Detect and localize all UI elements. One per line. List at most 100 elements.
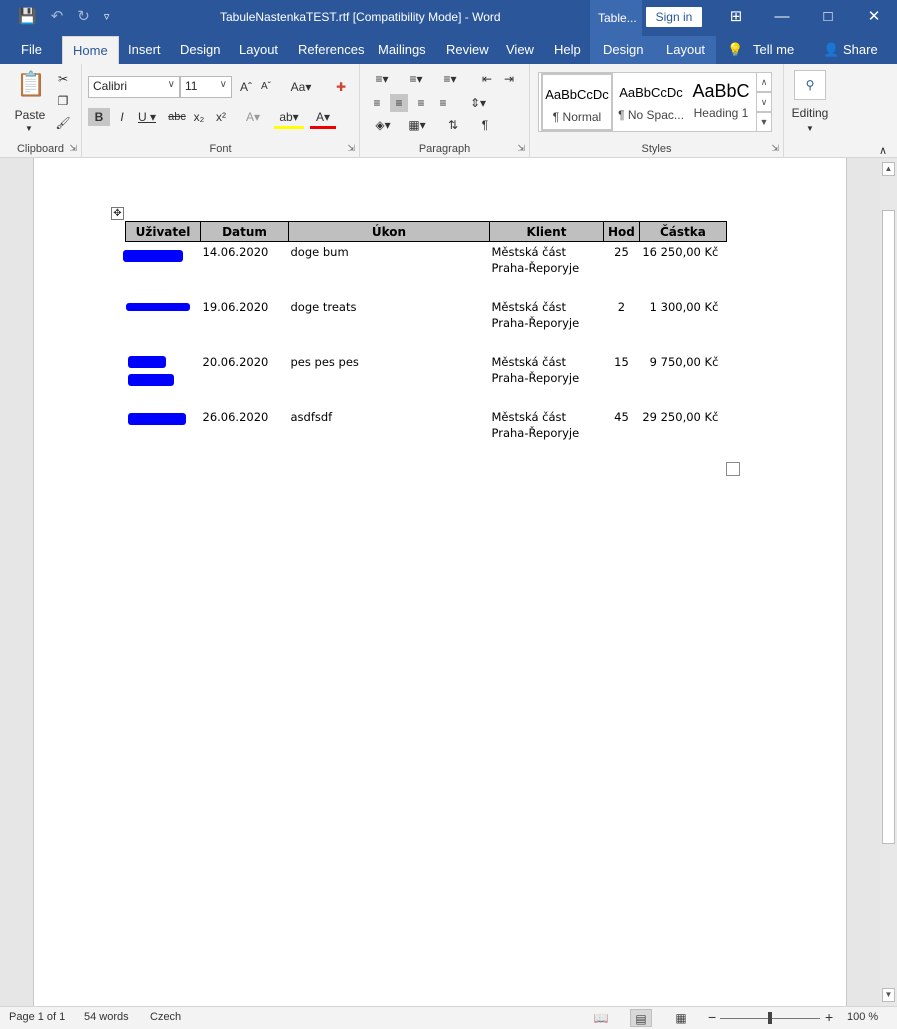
text-effects-icon[interactable]: A▾ [242, 108, 264, 126]
header-hod[interactable]: Hod [603, 221, 640, 242]
undo-icon[interactable]: ↶ [51, 8, 64, 26]
zoom-in-icon[interactable]: + [825, 1009, 833, 1025]
cell-datum[interactable]: 26.06.2020 [201, 407, 289, 462]
shading-icon[interactable]: ◈▾ [368, 116, 398, 134]
tab-table-layout[interactable]: Layout [666, 42, 705, 57]
sign-in-button[interactable]: Sign in [646, 7, 702, 27]
align-center-icon[interactable]: ≡ [390, 94, 408, 112]
gallery-up-icon[interactable]: ∧ [756, 72, 772, 92]
page-count[interactable]: Page 1 of 1 [9, 1011, 65, 1023]
grow-font-icon[interactable]: Aˆ [238, 78, 254, 96]
tab-view[interactable]: View [506, 42, 534, 57]
cell-ukon[interactable]: asdfsdf [289, 407, 490, 462]
gallery-down-icon[interactable]: ∨ [756, 92, 772, 112]
close-icon[interactable]: ✕ [851, 0, 897, 34]
editing-dropdown-icon[interactable]: ▼ [802, 120, 818, 138]
cell-datum[interactable]: 14.06.2020 [201, 242, 289, 297]
font-size-combo[interactable]: 11 ∨ [180, 76, 232, 98]
bold-button[interactable]: B [88, 108, 110, 126]
read-mode-icon[interactable]: 📖 [590, 1009, 612, 1027]
shrink-font-icon[interactable]: Aˇ [258, 78, 274, 96]
cell-klient[interactable]: Městská část Praha-Řeporyje [490, 242, 604, 297]
header-castka[interactable]: Částka [638, 221, 727, 242]
cell-hod[interactable]: 45 [604, 407, 640, 462]
subscript-button[interactable]: x₂ [190, 108, 208, 126]
cell-ukon[interactable]: pes pes pes [289, 352, 490, 407]
redo-icon[interactable]: ↻ [77, 8, 90, 26]
cell-klient[interactable]: Městská část Praha-Řeporyje [490, 352, 604, 407]
align-right-icon[interactable]: ≡ [412, 94, 430, 112]
borders-icon[interactable]: ▦▾ [402, 116, 432, 134]
highlight-color-icon[interactable]: ab▾ [274, 108, 304, 129]
tab-references[interactable]: References [298, 42, 364, 57]
web-layout-icon[interactable]: ▦ [670, 1009, 692, 1027]
show-formatting-icon[interactable]: ¶ [476, 116, 494, 134]
align-left-icon[interactable]: ≡ [368, 94, 386, 112]
header-datum[interactable]: Datum [200, 221, 289, 242]
tab-design[interactable]: Design [180, 42, 220, 57]
decrease-indent-icon[interactable]: ⇤ [478, 70, 496, 88]
paragraph-launcher-icon[interactable]: ⇲ [517, 143, 525, 154]
font-color-icon[interactable]: A▾ [310, 108, 336, 129]
search-icon[interactable]: ⚲ [794, 70, 826, 100]
cell-uzivatel[interactable] [125, 297, 201, 352]
paste-icon[interactable]: 📋 [14, 70, 48, 100]
cell-datum[interactable]: 20.06.2020 [201, 352, 289, 407]
table-move-handle-icon[interactable]: ✥ [111, 207, 124, 220]
change-case-icon[interactable]: Aa▾ [286, 78, 316, 96]
cell-ukon[interactable]: doge treats [289, 297, 490, 352]
cell-castka[interactable]: 9 750,00 Kč [639, 352, 726, 407]
multilevel-list-icon[interactable]: ≡▾ [436, 70, 464, 88]
table-resize-handle[interactable] [726, 462, 740, 476]
header-ukon[interactable]: Úkon [288, 221, 490, 242]
cell-uzivatel[interactable] [126, 407, 201, 462]
tab-table-design[interactable]: Design [603, 42, 643, 57]
justify-icon[interactable]: ≡ [434, 94, 452, 112]
zoom-slider-thumb[interactable] [768, 1012, 772, 1024]
language-indicator[interactable]: Czech [150, 1011, 181, 1023]
clipboard-launcher-icon[interactable]: ⇲ [69, 143, 77, 154]
copy-icon[interactable]: ❐ [54, 92, 72, 110]
zoom-out-icon[interactable]: − [708, 1009, 716, 1025]
customize-qat-icon[interactable]: ▿ [104, 8, 110, 26]
tab-review[interactable]: Review [446, 42, 489, 57]
cell-hod[interactable]: 2 [604, 297, 640, 352]
numbering-icon[interactable]: ≡▾ [402, 70, 430, 88]
cell-klient[interactable]: Městská část Praha-Řeporyje [490, 407, 604, 462]
tell-me-box[interactable]: Tell me [753, 42, 794, 57]
format-painter-icon[interactable]: 🖌 [54, 114, 72, 132]
cell-klient[interactable]: Městská část Praha-Řeporyje [490, 297, 604, 352]
tab-help[interactable]: Help [554, 42, 581, 57]
cell-datum[interactable]: 19.06.2020 [201, 297, 289, 352]
tab-home[interactable]: Home [62, 36, 119, 64]
cell-castka[interactable]: 16 250,00 Kč [639, 242, 726, 297]
increase-indent-icon[interactable]: ⇥ [500, 70, 518, 88]
clear-formatting-icon[interactable]: ✚ [332, 78, 350, 96]
line-spacing-icon[interactable]: ⇕▾ [464, 94, 492, 112]
font-family-combo[interactable]: Calibri ∨ [88, 76, 180, 98]
scroll-up-icon[interactable]: ▲ [882, 162, 895, 176]
style-normal[interactable]: AaBbCcDc ¶ Normal [541, 73, 613, 131]
style-heading-1[interactable]: AaBbC Heading 1 [685, 73, 757, 131]
styles-launcher-icon[interactable]: ⇲ [771, 143, 779, 154]
scroll-down-icon[interactable]: ▼ [882, 988, 895, 1002]
scroll-thumb[interactable] [882, 210, 895, 844]
tab-insert[interactable]: Insert [128, 42, 161, 57]
strikethrough-button[interactable]: abc [166, 108, 188, 126]
document-table[interactable]: Uživatel Datum Úkon Klient Hod Částka 14… [122, 221, 727, 462]
word-count[interactable]: 54 words [84, 1011, 129, 1023]
style-no-spacing[interactable]: AaBbCcDc ¶ No Spac... [615, 73, 687, 131]
share-button[interactable]: Share [843, 42, 878, 57]
header-uzivatel[interactable]: Uživatel [125, 221, 201, 242]
bullets-icon[interactable]: ≡▾ [368, 70, 396, 88]
sort-icon[interactable]: ⇅ [444, 116, 462, 134]
header-klient[interactable]: Klient [489, 221, 604, 242]
cell-hod[interactable]: 25 [604, 242, 640, 297]
print-layout-icon[interactable]: ▤ [630, 1009, 652, 1027]
tab-mailings[interactable]: Mailings [378, 42, 426, 57]
gallery-more-icon[interactable]: ▼ [756, 112, 772, 132]
paste-dropdown-icon[interactable]: ▼ [22, 120, 36, 138]
cut-icon[interactable]: ✂ [54, 70, 72, 88]
ribbon-display-options-icon[interactable]: ⊞ [713, 0, 759, 34]
tab-layout[interactable]: Layout [239, 42, 278, 57]
